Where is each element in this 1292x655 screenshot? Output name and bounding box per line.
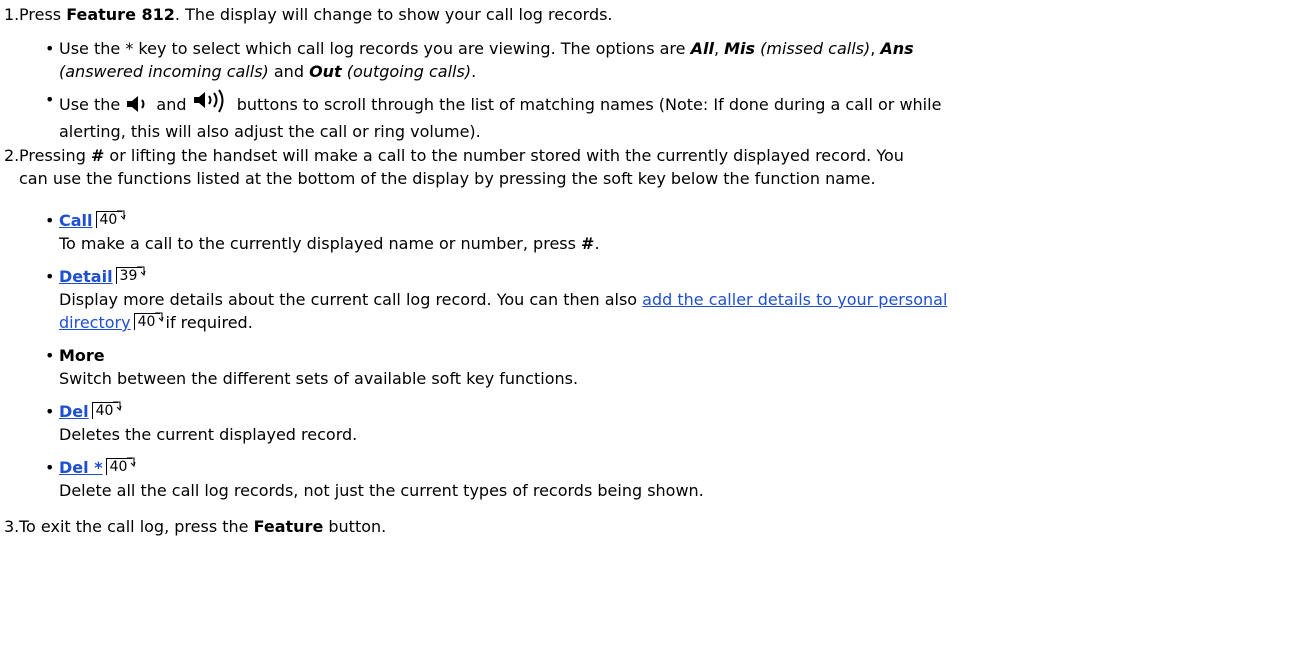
del-link[interactable]: Del [59, 402, 89, 421]
page-reference[interactable]: 40 [95, 210, 126, 228]
list-item: • Call 40 To make a call to the currently… [45, 210, 600, 253]
step-number: 2. [4, 146, 20, 165]
list-item: • More Switch between the different sets… [45, 346, 579, 388]
step-text: Press Feature 812. The display will chan… [19, 5, 613, 24]
del-all-link[interactable]: Del * [59, 458, 103, 477]
step-3: 3. To exit the call log, press the Featu… [4, 517, 387, 536]
list-item: • Use the * key to select which call log… [45, 39, 914, 81]
detail-link[interactable]: Detail [59, 267, 113, 286]
step-number: 1. [4, 5, 20, 24]
more-label: More [59, 346, 105, 365]
step-number: 3. [4, 517, 20, 536]
step-1: 1. Press Feature 812. The display will c… [0, 3, 613, 26]
page-reference[interactable]: 40 [91, 401, 122, 419]
volume-up-icon[interactable] [192, 88, 232, 120]
list-item: • Del * 40 Delete all the call log record… [45, 457, 704, 500]
add-to-directory-link[interactable]: add the caller details to your personal [642, 290, 947, 309]
call-link[interactable]: Call [59, 211, 93, 230]
page-reference[interactable]: 40 [133, 312, 164, 330]
step-2: 2. Pressing # or lifting the handset wil… [4, 146, 904, 188]
directory-link[interactable]: directory [59, 313, 131, 332]
page-reference[interactable]: 40 [105, 457, 136, 475]
page-reference[interactable]: 39 [115, 266, 146, 284]
list-item: • Detail 39 Display more details about th… [45, 266, 948, 332]
list-item: • Use the and buttons to scroll through … [45, 88, 942, 141]
list-item: • Del 40 Deletes the current displayed re… [45, 401, 358, 444]
volume-down-icon[interactable] [125, 94, 151, 120]
